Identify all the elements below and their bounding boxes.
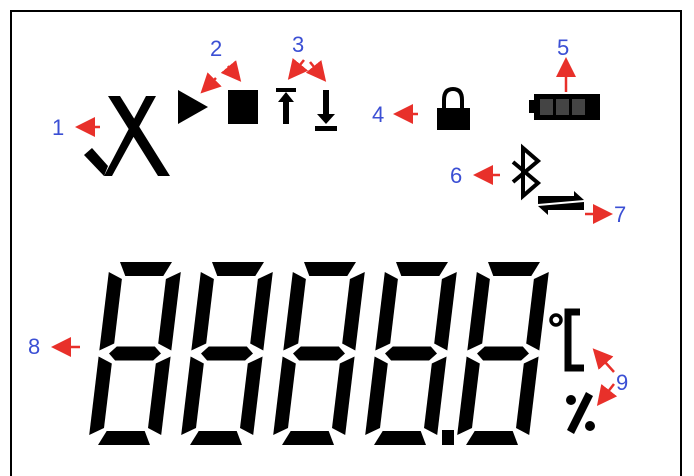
arrow-3a: [287, 58, 309, 80]
callout-2: 2: [210, 36, 222, 61]
digit-3-segment-b: [342, 272, 365, 351]
percent-unit-icon: [566, 392, 595, 434]
digit-5-segment-f: [467, 272, 490, 351]
download-arrow-icon: [315, 90, 337, 131]
upload-download-icon: [276, 88, 337, 131]
digit-4-segment-c: [424, 356, 447, 435]
seven-segment-display: [89, 262, 549, 445]
digit-4-segment-g: [385, 346, 437, 361]
digit-3-segment-d: [282, 431, 334, 445]
arrow-3b: [305, 60, 327, 82]
decimal-point: [442, 430, 454, 445]
digit-3-segment-c: [332, 356, 355, 435]
transfer-icon: [538, 191, 584, 215]
digit-4-segment-b: [434, 272, 457, 351]
digit-2-segment-f: [191, 272, 214, 351]
arrow-9a: [592, 348, 615, 373]
digit-4-segment-a: [396, 262, 448, 276]
digit-3-segment-e: [273, 356, 296, 435]
digit-5-segment-g: [477, 346, 529, 361]
digit-1-segment-c: [148, 356, 171, 435]
callout-6: 6: [450, 163, 462, 188]
digit-1-segment-g: [109, 346, 161, 361]
digit-3-segment-g: [293, 346, 345, 361]
bluetooth-icon: [511, 143, 542, 201]
digit-1-segment-b: [158, 272, 181, 351]
callout-1: 1: [52, 115, 64, 140]
digit-2-segment-d: [190, 431, 242, 445]
digit-1-segment-d: [98, 431, 150, 445]
digit-2-segment-c: [240, 356, 263, 435]
callout-4: 4: [372, 102, 384, 127]
digit-5-segment-a: [488, 262, 540, 276]
check-cross-icon: [84, 96, 170, 176]
play-stop-icon: [178, 90, 258, 124]
lcd-segment-diagram: 1 2 3 4 5 6 7 8 9: [0, 0, 694, 476]
stop-icon: [228, 90, 258, 124]
lock-icon: [437, 86, 470, 130]
digit-5-segment-e: [457, 356, 480, 435]
upload-arrow-icon: [276, 88, 296, 124]
battery-icon: [529, 94, 600, 120]
digit-1-segment-a: [120, 262, 172, 276]
digit-5-segment-d: [466, 431, 518, 445]
digit-1-segment-f: [99, 272, 122, 351]
digit-1-segment-e: [89, 356, 112, 435]
callout-7: 7: [614, 202, 626, 227]
callout-9: 9: [616, 370, 628, 395]
arrow-2a: [200, 72, 222, 94]
callout-3: 3: [292, 32, 304, 57]
play-icon: [178, 90, 208, 124]
digit-4-segment-e: [365, 356, 388, 435]
digit-4-segment-d: [374, 431, 426, 445]
arrow-9b: [596, 383, 618, 406]
digit-4-segment-f: [375, 272, 398, 351]
digit-2-segment-b: [250, 272, 273, 351]
arrow-2b: [220, 60, 242, 82]
digit-2-segment-g: [201, 346, 253, 361]
digit-2-segment-e: [181, 356, 204, 435]
callout-8: 8: [28, 334, 40, 359]
digit-3-segment-a: [304, 262, 356, 276]
digit-3-segment-f: [283, 272, 306, 351]
digit-2-segment-a: [212, 262, 264, 276]
digit-5-segment-b: [526, 272, 549, 351]
digit-5-segment-c: [516, 356, 539, 435]
callout-5: 5: [557, 35, 569, 60]
celsius-unit-icon: [549, 308, 584, 372]
